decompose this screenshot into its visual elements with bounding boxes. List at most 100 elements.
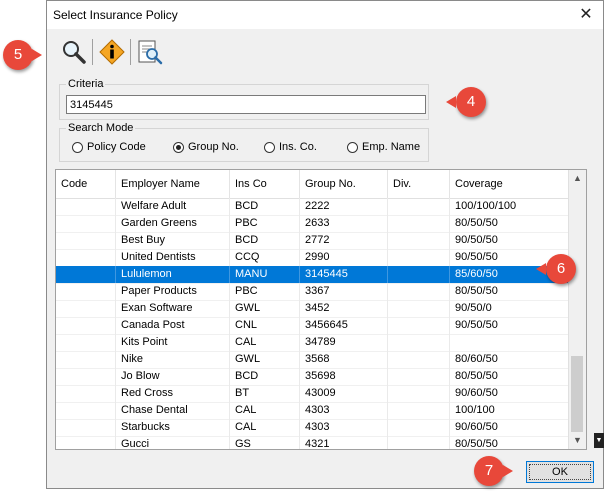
search-mode-group: Search Mode Policy Code Group No. Ins. C… bbox=[59, 122, 429, 162]
callout-badge: 7 bbox=[474, 456, 504, 486]
grid-header: Code Employer Name Ins Co Group No. Div.… bbox=[56, 170, 571, 199]
table-row[interactable]: Exan Software GWL 3452 90/50/0 bbox=[56, 300, 571, 318]
cell-employer-name: Kits Point bbox=[116, 334, 230, 351]
select-insurance-policy-dialog: Select Insurance Policy ✕ Criteria 31454… bbox=[46, 0, 604, 489]
criteria-group: Criteria bbox=[59, 78, 429, 120]
callout-pointer bbox=[503, 465, 513, 477]
column-header-code[interactable]: Code bbox=[56, 170, 116, 198]
cell-employer-name: Chase Dental bbox=[116, 402, 230, 419]
document-search-icon[interactable] bbox=[135, 37, 165, 67]
cell-employer-name: Welfare Adult bbox=[116, 198, 230, 215]
radio-ins-co[interactable]: Ins. Co. bbox=[264, 141, 317, 153]
table-row[interactable]: Red Cross BT 43009 90/60/50 bbox=[56, 385, 571, 403]
cell-ins-co: GS bbox=[230, 436, 300, 449]
vertical-scrollbar[interactable]: ▲ ▼ bbox=[568, 170, 586, 449]
cell-group-no: 4321 bbox=[300, 436, 388, 449]
table-row[interactable]: Welfare Adult BCD 2222 100/100/100 bbox=[56, 198, 571, 216]
ok-button[interactable]: OK bbox=[526, 461, 594, 483]
cell-group-no: 2633 bbox=[300, 215, 388, 232]
info-diamond-icon[interactable] bbox=[97, 37, 127, 67]
cell-coverage: 80/60/50 bbox=[450, 351, 571, 368]
cell-employer-name: Canada Post bbox=[116, 317, 230, 334]
cell-employer-name: Best Buy bbox=[116, 232, 230, 249]
column-header-ins-co[interactable]: Ins Co bbox=[230, 170, 300, 198]
cell-ins-co: BCD bbox=[230, 232, 300, 249]
radio-label: Ins. Co. bbox=[279, 141, 317, 153]
cell-group-no: 3452 bbox=[300, 300, 388, 317]
cell-code bbox=[56, 283, 116, 300]
magnifier-search-icon[interactable] bbox=[59, 37, 89, 67]
cell-group-no: 4303 bbox=[300, 402, 388, 419]
cell-group-no: 2772 bbox=[300, 232, 388, 249]
cell-div bbox=[388, 436, 450, 449]
cell-div bbox=[388, 232, 450, 249]
table-row[interactable]: Kits Point CAL 34789 bbox=[56, 334, 571, 352]
cell-coverage: 80/50/50 bbox=[450, 436, 571, 449]
table-row[interactable]: Canada Post CNL 3456645 90/50/50 bbox=[56, 317, 571, 335]
cell-employer-name: Exan Software bbox=[116, 300, 230, 317]
cell-code bbox=[56, 198, 116, 215]
cell-coverage: 80/50/50 bbox=[450, 283, 571, 300]
radio-circle bbox=[264, 141, 275, 153]
cell-coverage: 100/100/100 bbox=[450, 198, 571, 215]
cell-div bbox=[388, 419, 450, 436]
cell-ins-co: CCQ bbox=[230, 249, 300, 266]
cell-ins-co: BCD bbox=[230, 198, 300, 215]
cell-div bbox=[388, 249, 450, 266]
cell-group-no: 35698 bbox=[300, 368, 388, 385]
cell-coverage bbox=[450, 334, 571, 351]
table-row-selected[interactable]: Lululemon MANU 3145445 85/60/50 bbox=[56, 266, 571, 284]
scroll-up-arrow-icon[interactable]: ▲ bbox=[569, 170, 586, 187]
toolbar-separator bbox=[92, 39, 93, 65]
scroll-thumb[interactable] bbox=[571, 356, 583, 432]
side-down-arrow-icon[interactable]: ▼ bbox=[594, 433, 604, 448]
radio-policy-code[interactable]: Policy Code bbox=[72, 141, 146, 153]
cell-ins-co: GWL bbox=[230, 300, 300, 317]
column-header-group-no[interactable]: Group No. bbox=[300, 170, 388, 198]
table-row[interactable]: Starbucks CAL 4303 90/60/50 bbox=[56, 419, 571, 437]
cell-coverage: 90/50/50 bbox=[450, 232, 571, 249]
callout-pointer bbox=[536, 263, 546, 275]
cell-ins-co: CAL bbox=[230, 402, 300, 419]
column-header-coverage[interactable]: Coverage bbox=[450, 170, 571, 198]
table-row[interactable]: Chase Dental CAL 4303 100/100 bbox=[56, 402, 571, 420]
radio-label: Policy Code bbox=[87, 141, 146, 153]
column-header-div[interactable]: Div. bbox=[388, 170, 450, 198]
cell-div bbox=[388, 283, 450, 300]
close-icon[interactable]: ✕ bbox=[575, 4, 597, 26]
radio-emp-name[interactable]: Emp. Name bbox=[347, 141, 420, 153]
search-mode-label: Search Mode bbox=[66, 122, 136, 134]
cell-ins-co: BCD bbox=[230, 368, 300, 385]
cell-div bbox=[388, 334, 450, 351]
cell-ins-co: CNL bbox=[230, 317, 300, 334]
radio-group-no[interactable]: Group No. bbox=[173, 141, 239, 153]
table-row[interactable]: Jo Blow BCD 35698 80/50/50 bbox=[56, 368, 571, 386]
cell-code bbox=[56, 351, 116, 368]
radio-circle-selected bbox=[173, 141, 184, 153]
cell-employer-name: Paper Products bbox=[116, 283, 230, 300]
table-row[interactable]: Nike GWL 3568 80/60/50 bbox=[56, 351, 571, 369]
table-row[interactable]: United Dentists CCQ 2990 90/50/50 bbox=[56, 249, 571, 267]
table-row[interactable]: Gucci GS 4321 80/50/50 bbox=[56, 436, 571, 449]
cell-div bbox=[388, 317, 450, 334]
callout-badge: 6 bbox=[546, 254, 576, 284]
radio-circle bbox=[347, 141, 358, 153]
cell-coverage: 90/50/50 bbox=[450, 317, 571, 334]
table-row[interactable]: Garden Greens PBC 2633 80/50/50 bbox=[56, 215, 571, 233]
radio-label: Group No. bbox=[188, 141, 239, 153]
cell-div bbox=[388, 300, 450, 317]
scroll-down-arrow-icon[interactable]: ▼ bbox=[569, 432, 586, 449]
criteria-input[interactable] bbox=[66, 95, 426, 114]
cell-code bbox=[56, 385, 116, 402]
table-row[interactable]: Best Buy BCD 2772 90/50/50 bbox=[56, 232, 571, 250]
cell-code bbox=[56, 232, 116, 249]
cell-div bbox=[388, 351, 450, 368]
column-header-employer-name[interactable]: Employer Name bbox=[116, 170, 230, 198]
cell-ins-co: BT bbox=[230, 385, 300, 402]
policy-grid: Code Employer Name Ins Co Group No. Div.… bbox=[55, 169, 587, 450]
cell-code bbox=[56, 300, 116, 317]
cell-coverage: 80/50/50 bbox=[450, 215, 571, 232]
cell-code bbox=[56, 334, 116, 351]
cell-code bbox=[56, 317, 116, 334]
table-row[interactable]: Paper Products PBC 3367 80/50/50 bbox=[56, 283, 571, 301]
